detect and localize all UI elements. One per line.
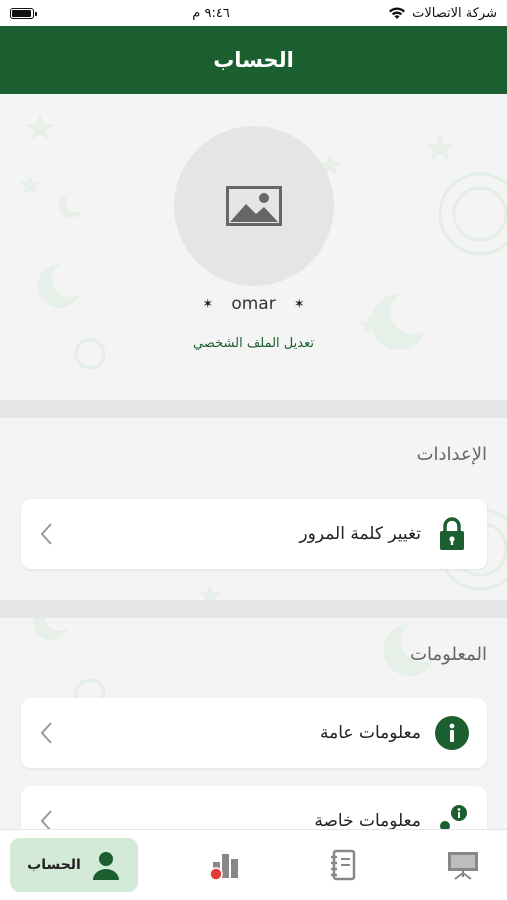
edit-profile-link[interactable]: تعديل الملف الشخصي <box>0 336 507 351</box>
notebook-icon <box>331 849 356 881</box>
avatar[interactable] <box>174 126 334 286</box>
info-icon <box>435 716 469 750</box>
section-divider <box>0 400 507 418</box>
tab-notebook[interactable] <box>318 838 368 892</box>
tab-account[interactable]: الحساب <box>10 838 138 892</box>
status-bar: ٩:٤٦ م شركة الاتصالات <box>0 0 507 26</box>
username: omar <box>231 294 276 314</box>
status-left <box>10 7 37 19</box>
tab-account-label: الحساب <box>27 857 81 873</box>
image-placeholder-icon <box>226 186 282 226</box>
change-password-label: تغيير كلمة المرور <box>299 524 421 544</box>
chevron-left-icon <box>39 718 59 748</box>
bottom-tab-bar: الحساب <box>0 829 507 900</box>
star-icon: ✶ <box>293 296 305 312</box>
tab-stats[interactable] <box>200 838 250 892</box>
carrier-name: شركة الاتصالات <box>412 5 497 21</box>
settings-section-title: الإعدادات <box>416 444 487 465</box>
username-row: ✶ omar ✶ <box>0 294 507 314</box>
user-icon <box>92 852 119 880</box>
status-right: شركة الاتصالات <box>388 6 497 21</box>
battery-icon <box>10 7 37 19</box>
status-time: ٩:٤٦ م <box>192 5 230 21</box>
page-title: الحساب <box>213 48 294 72</box>
wifi-icon <box>389 7 406 19</box>
lock-icon <box>435 517 469 551</box>
star-icon: ✶ <box>202 296 214 312</box>
general-info-label: معلومات عامة <box>320 723 421 743</box>
profile-section: ✶ omar ✶ تعديل الملف الشخصي <box>0 94 507 400</box>
info-section-title: المعلومات <box>410 644 487 665</box>
private-info-label: معلومات خاصة <box>314 811 421 831</box>
change-password-item[interactable]: تغيير كلمة المرور <box>21 499 487 569</box>
presentation-board-icon <box>448 852 478 880</box>
section-divider <box>0 600 507 618</box>
tab-presentation[interactable] <box>438 838 488 892</box>
chart-icon <box>209 854 238 880</box>
chevron-left-icon <box>39 519 59 549</box>
app-header: الحساب <box>0 26 507 94</box>
general-info-item[interactable]: معلومات عامة <box>21 698 487 768</box>
